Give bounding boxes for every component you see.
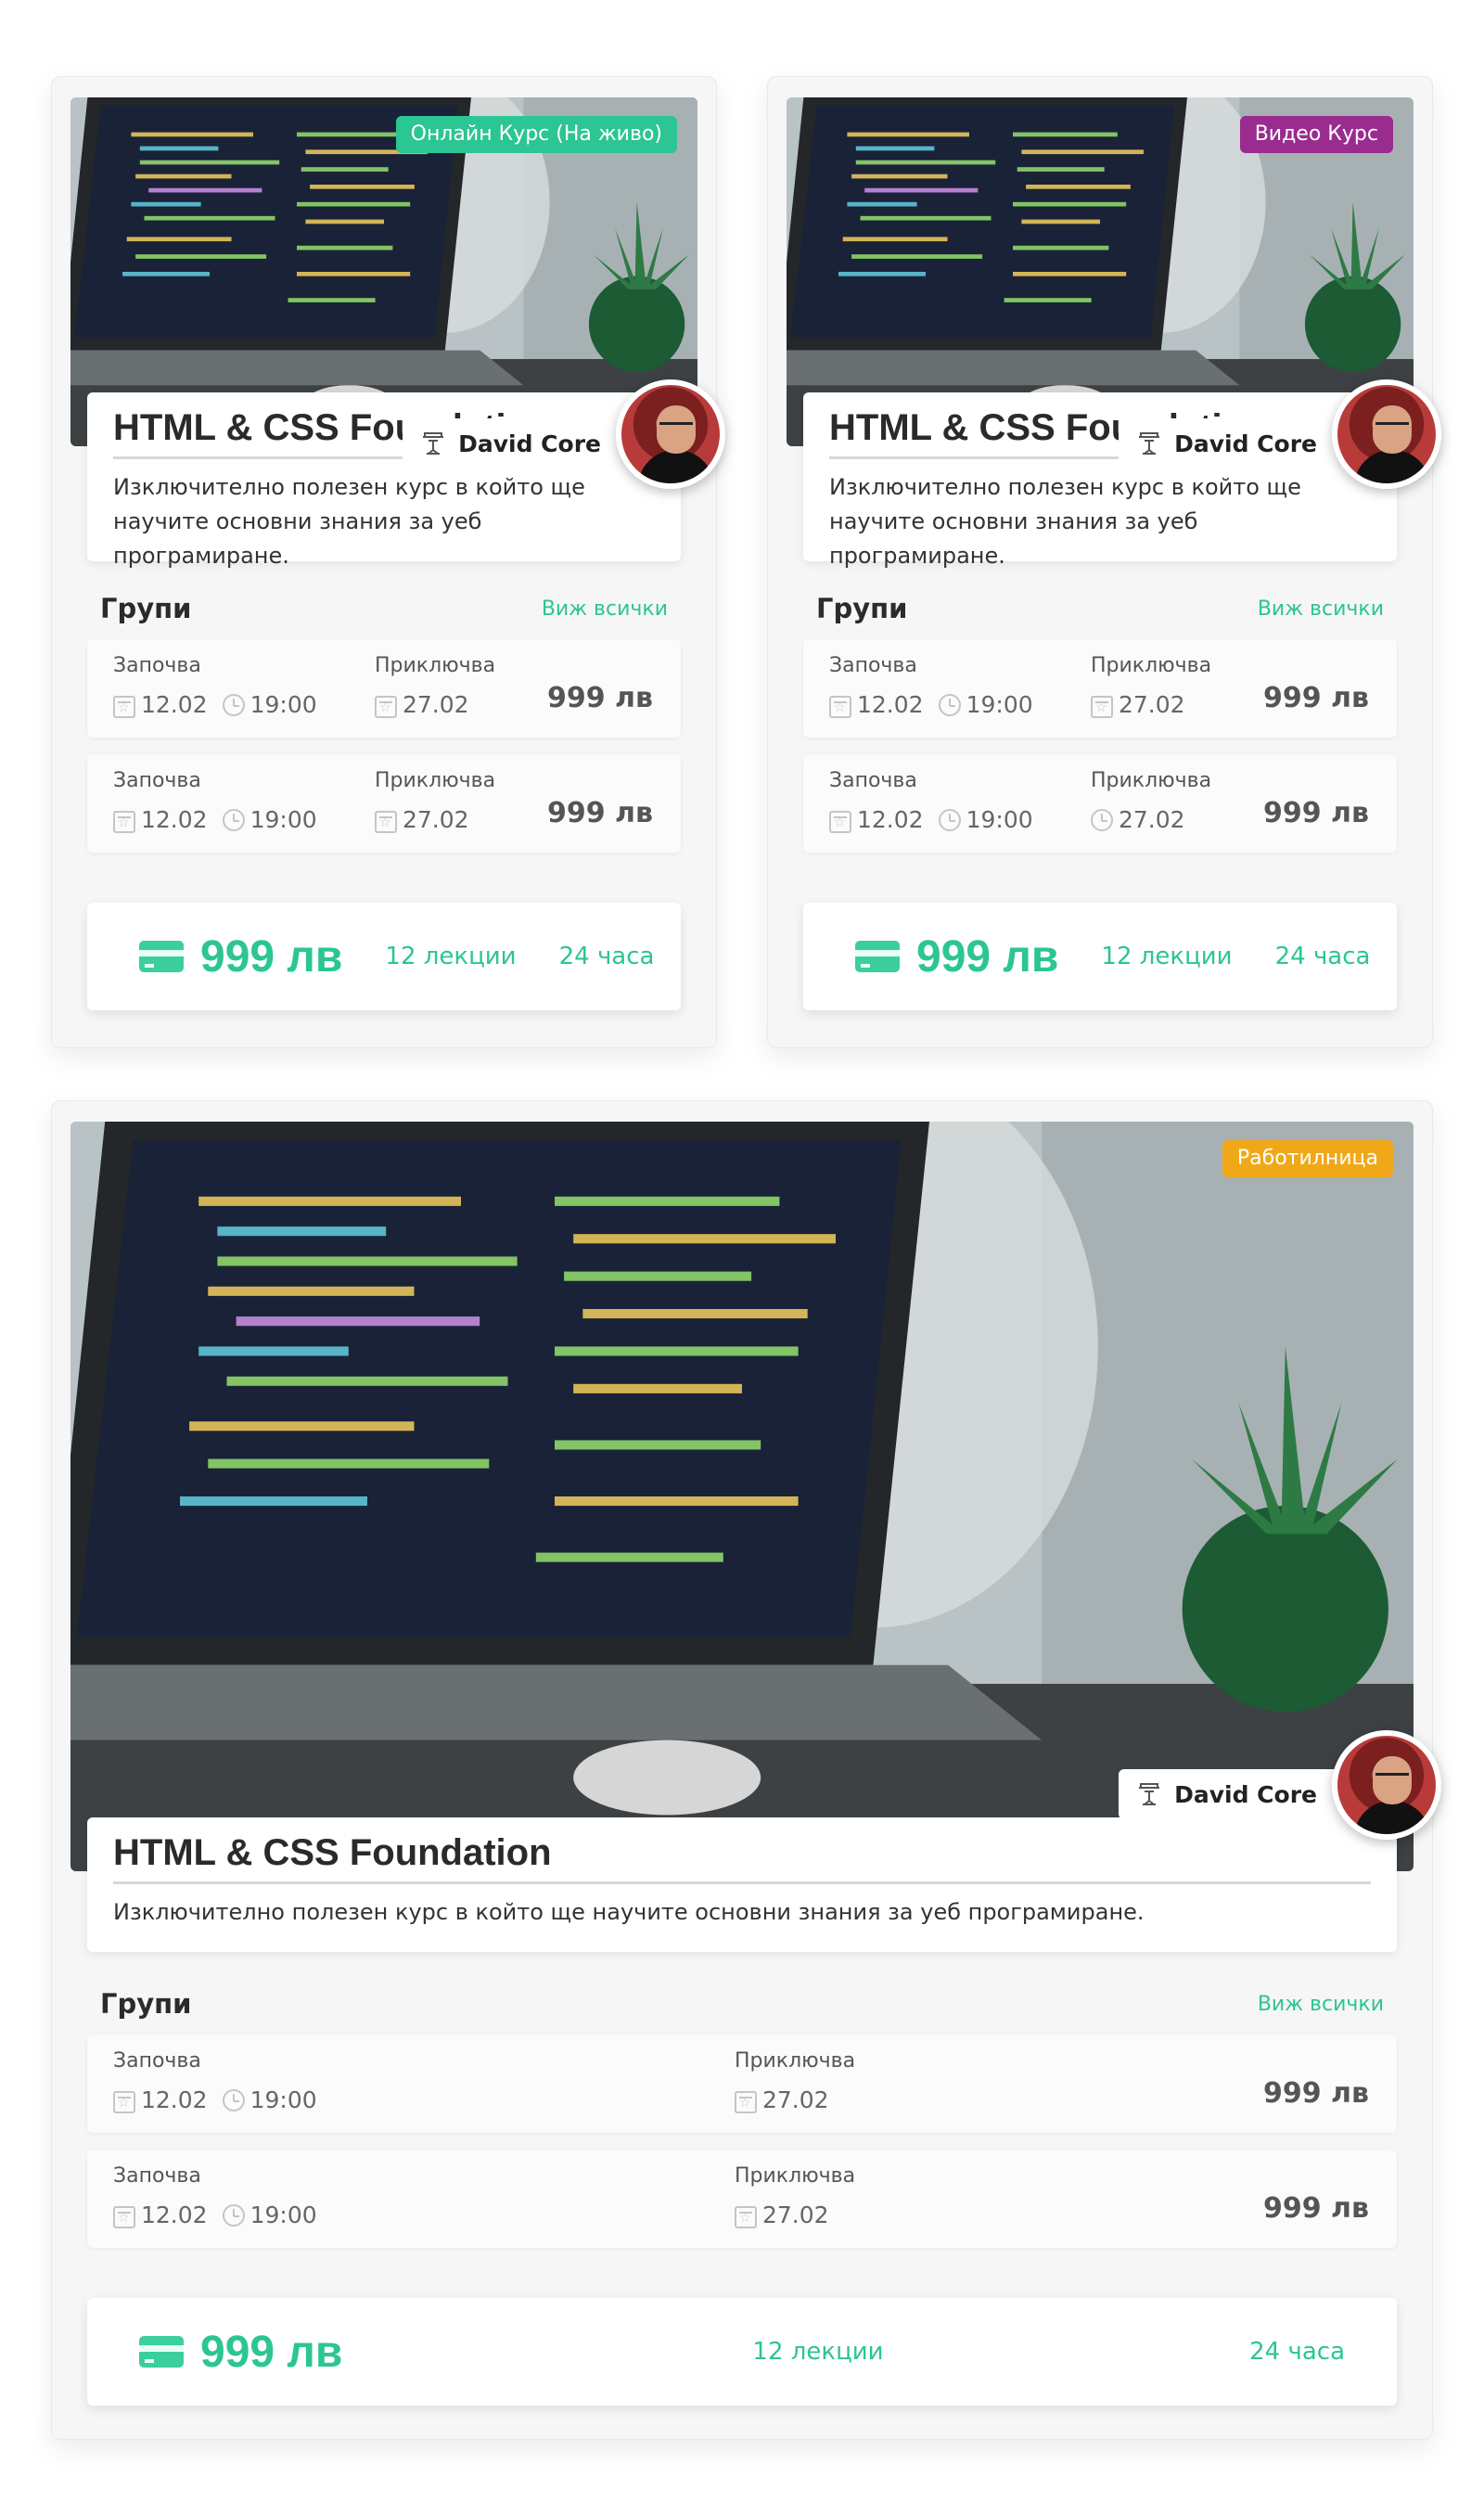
clock-icon: [1091, 808, 1113, 831]
course-price: 999 лв: [200, 931, 343, 982]
groups-title: Групи: [100, 593, 192, 624]
clock-icon: [222, 2203, 245, 2227]
end-label: Приключва: [1091, 654, 1212, 677]
calendar-icon: [113, 2090, 135, 2113]
course-title: HTML & CSS Foundation: [113, 1832, 1371, 1884]
course-type-badge: Видео Курс: [1239, 116, 1393, 153]
end-value: 27.02: [1091, 806, 1185, 833]
end-value: 27.02: [1091, 691, 1185, 718]
start-value: 12.0219:00: [829, 806, 1033, 833]
group-price: 999 лв: [546, 797, 653, 829]
clock-icon: [938, 808, 961, 831]
calendar-icon: [113, 2205, 135, 2228]
lectures-count: 12 лекции: [385, 943, 517, 970]
start-label: Започва: [113, 654, 201, 677]
group-price: 999 лв: [1262, 2077, 1369, 2110]
start-label: Започва: [113, 2164, 201, 2188]
end-value: 27.02: [375, 806, 469, 833]
clock-icon: [222, 693, 245, 716]
see-all-link[interactable]: Виж всички: [1258, 597, 1384, 621]
see-all-link[interactable]: Виж всички: [542, 597, 668, 621]
clock-icon: [938, 693, 961, 716]
credit-card-icon: [139, 2336, 184, 2368]
groups-title: Групи: [816, 593, 908, 624]
calendar-icon: [735, 2205, 757, 2228]
course-type-badge: Онлайн Курс (На живо): [395, 116, 677, 153]
see-all-link[interactable]: Виж всички: [1258, 1993, 1384, 2016]
author-avatar[interactable]: [1332, 1730, 1441, 1840]
course-card[interactable]: Видео Курс HTML & CSS Foundation Изключи…: [767, 76, 1441, 1048]
calendar-icon: [113, 810, 135, 833]
clock-icon: [222, 2088, 245, 2112]
end-label: Приключва: [375, 769, 496, 792]
group-row[interactable]: Започва 12.0219:00 Приключва 27.02 999 л…: [87, 639, 681, 738]
group-price: 999 лв: [1262, 682, 1369, 714]
course-footer[interactable]: 999 лв 12 лекции 24 часа: [87, 903, 681, 1010]
course-image: Работилница: [70, 1122, 1414, 1871]
course-description: Изключително полезен курс в който ще нау…: [829, 474, 1301, 569]
group-price: 999 лв: [546, 682, 653, 714]
author-name: David Core: [458, 430, 601, 457]
course-footer[interactable]: 999 лв 12 лекции 24 часа: [803, 903, 1397, 1010]
credit-card-icon: [855, 941, 900, 972]
lecturer-icon: [1139, 432, 1160, 455]
hours-count: 24 часа: [558, 943, 655, 970]
end-label: Приключва: [735, 2049, 856, 2073]
groups-header: Групи Виж всички: [100, 593, 668, 624]
lecturer-icon: [1139, 1783, 1160, 1805]
title-box: HTML & CSS Foundation Изключително полез…: [87, 1817, 1397, 1952]
start-value: 12.0219:00: [113, 806, 317, 833]
lectures-count: 12 лекции: [1101, 943, 1233, 970]
lecturer-icon: [423, 432, 444, 455]
end-value: 27.02: [735, 2202, 829, 2228]
group-price: 999 лв: [1262, 2192, 1369, 2225]
start-label: Започва: [113, 769, 201, 792]
credit-card-icon: [139, 941, 184, 972]
course-footer[interactable]: 999 лв 12 лекции 24 часа: [87, 2298, 1397, 2406]
groups-title: Групи: [100, 1988, 192, 2020]
end-value: 27.02: [735, 2086, 829, 2113]
course-price: 999 лв: [200, 2327, 343, 2377]
author-avatar[interactable]: [616, 379, 725, 489]
group-row[interactable]: Започва 12.0219:00 Приключва 27.02 999 л…: [803, 754, 1397, 853]
course-description: Изключително полезен курс в който ще нау…: [113, 1899, 1145, 1925]
course-card[interactable]: Онлайн Курс (На живо) HTML & CSS Foundat…: [51, 76, 725, 1048]
course-price: 999 лв: [916, 931, 1059, 982]
group-row[interactable]: Започва 12.0219:00 Приключва 27.02 999 л…: [803, 639, 1397, 738]
end-label: Приключва: [375, 654, 496, 677]
hours-count: 24 часа: [1249, 2338, 1345, 2366]
author-avatar[interactable]: [1332, 379, 1441, 489]
author-name: David Core: [1174, 430, 1317, 457]
start-value: 12.0219:00: [113, 691, 317, 718]
lectures-count: 12 лекции: [752, 2338, 884, 2366]
start-label: Започва: [829, 654, 917, 677]
group-price: 999 лв: [1262, 797, 1369, 829]
groups-header: Групи Виж всички: [816, 593, 1384, 624]
course-type-badge: Работилница: [1222, 1140, 1393, 1177]
calendar-icon: [735, 2090, 757, 2113]
calendar-icon: [829, 695, 851, 718]
start-value: 12.0219:00: [113, 2086, 317, 2113]
clock-icon: [222, 808, 245, 831]
end-label: Приключва: [735, 2164, 856, 2188]
start-label: Започва: [829, 769, 917, 792]
group-row[interactable]: Започва 12.0219:00 Приключва 27.02 999 л…: [87, 2150, 1397, 2248]
start-label: Започва: [113, 2049, 201, 2073]
author-name: David Core: [1174, 1780, 1317, 1808]
course-description: Изключително полезен курс в който ще нау…: [113, 474, 585, 569]
group-row[interactable]: Започва 12.0219:00 Приключва 27.02 999 л…: [87, 2035, 1397, 2133]
end-label: Приключва: [1091, 769, 1212, 792]
calendar-icon: [375, 695, 397, 718]
end-value: 27.02: [375, 691, 469, 718]
course-card[interactable]: Работилница HTML & CSS Foundation Изключ…: [51, 1100, 1441, 2440]
start-value: 12.0219:00: [113, 2202, 317, 2228]
groups-header: Групи Виж всички: [100, 1988, 1384, 2020]
calendar-icon: [113, 695, 135, 718]
calendar-icon: [1091, 695, 1113, 718]
calendar-icon: [829, 810, 851, 833]
group-row[interactable]: Започва 12.0219:00 Приключва 27.02 999 л…: [87, 754, 681, 853]
calendar-icon: [375, 810, 397, 833]
start-value: 12.0219:00: [829, 691, 1033, 718]
hours-count: 24 часа: [1274, 943, 1371, 970]
